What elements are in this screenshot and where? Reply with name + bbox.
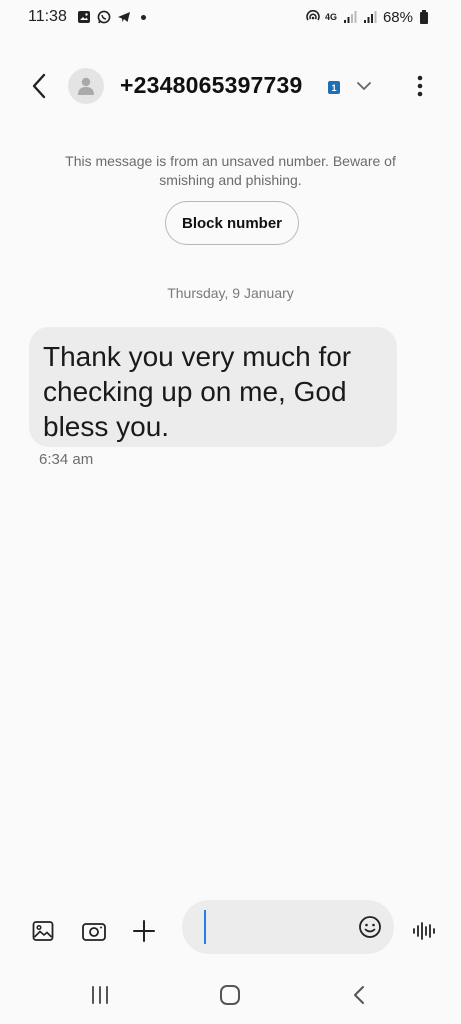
date-separator: Thursday, 9 January <box>167 285 294 301</box>
recents-icon[interactable] <box>80 980 120 1010</box>
conversation-header: +2348065397739 1 <box>0 58 461 114</box>
whatsapp-icon <box>97 10 111 24</box>
contact-avatar[interactable] <box>68 68 104 104</box>
message-input[interactable] <box>182 900 394 954</box>
home-icon[interactable] <box>210 980 250 1010</box>
status-left: 11:38 <box>28 8 146 26</box>
unsaved-number-warning: This message is from an unsaved number. … <box>65 153 396 188</box>
telegram-icon <box>117 10 131 24</box>
back-icon[interactable] <box>339 980 379 1010</box>
person-icon <box>78 77 94 95</box>
back-button[interactable] <box>24 70 54 102</box>
message-timestamp: 6:34 am <box>39 451 94 468</box>
gallery-icon <box>77 10 91 24</box>
more-vertical-icon <box>417 75 423 97</box>
block-number-button[interactable]: Block number <box>165 201 299 245</box>
sim-badge: 1 <box>328 81 340 94</box>
camera-icon[interactable] <box>80 917 108 945</box>
expand-button[interactable] <box>352 74 376 98</box>
more-options-button[interactable] <box>406 70 434 102</box>
plus-icon[interactable] <box>130 917 158 945</box>
notification-dot <box>140 14 146 20</box>
battery-icon <box>419 10 433 24</box>
status-time: 11:38 <box>28 8 67 25</box>
network-type: 4G <box>324 11 337 22</box>
contact-number[interactable]: +2348065397739 <box>120 72 303 99</box>
image-icon[interactable] <box>29 917 57 945</box>
status-right: 4G 68% <box>305 9 433 26</box>
text-caret <box>204 910 206 944</box>
signal-icon-2 <box>363 10 377 24</box>
chevron-down-icon <box>357 82 371 90</box>
emoji-icon[interactable] <box>358 915 382 939</box>
status-bar: 11:38 4G 68% <box>0 0 461 34</box>
signal-icon <box>343 10 357 24</box>
chevron-left-icon <box>32 73 46 99</box>
message-bubble[interactable]: Thank you very much for checking up on m… <box>29 327 397 447</box>
battery-percent: 68% <box>382 8 413 26</box>
hotspot-icon <box>305 9 320 24</box>
voice-icon[interactable] <box>410 917 438 945</box>
